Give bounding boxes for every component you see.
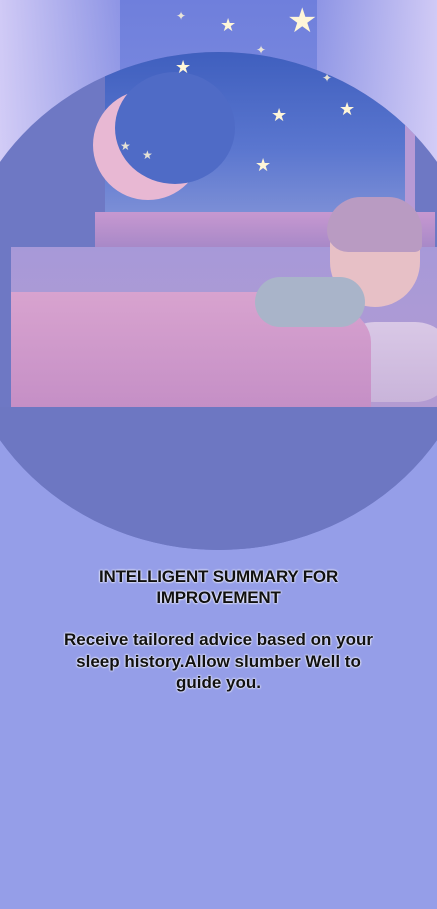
onboarding-text: INTELLIGENT SUMMARY FOR IMPROVEMENT Rece… xyxy=(60,566,377,694)
star-icon: ★ xyxy=(255,155,272,175)
star-icon: ★ xyxy=(271,105,288,125)
star-icon: ★ xyxy=(175,57,192,77)
star-icon: ★ xyxy=(142,148,153,162)
star-icon: ★ xyxy=(339,99,356,119)
onboarding-title: INTELLIGENT SUMMARY FOR IMPROVEMENT xyxy=(98,567,339,607)
star-icon: ✦ xyxy=(322,71,333,85)
moon-shadow xyxy=(115,72,235,184)
onboarding-screen: ★ ★ ✦ ✦ ★ ★ ★ ★ ★ ★ ✦ INTELLIGENT SUMMAR… xyxy=(0,0,437,909)
child-arm xyxy=(255,277,365,327)
child-hair xyxy=(327,197,422,252)
star-icon: ✦ xyxy=(176,9,187,23)
illustration-circle: ★ ★ ★ ★ ★ ★ ✦ xyxy=(0,52,437,550)
star-icon: ★ xyxy=(120,139,131,153)
star-icon: ★ xyxy=(220,15,237,35)
circle-lower-area xyxy=(0,407,437,550)
onboarding-description: Receive tailored advice based on your sl… xyxy=(64,630,373,692)
star-icon: ★ xyxy=(287,2,318,40)
